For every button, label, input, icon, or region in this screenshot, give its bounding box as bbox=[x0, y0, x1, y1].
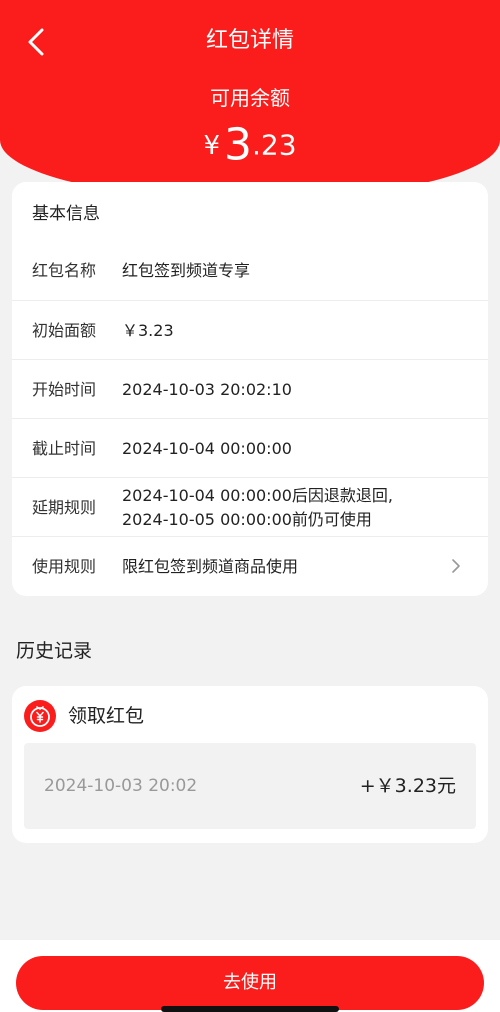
info-label: 开始时间 bbox=[32, 380, 97, 399]
basic-info-title: 基本信息 bbox=[32, 204, 100, 224]
balance-label: 可用余额 bbox=[210, 86, 290, 110]
info-row-name: 红包名称 红包签到频道专享 bbox=[12, 241, 488, 300]
history-type-label: 领取红包 bbox=[68, 705, 145, 727]
balance-amount: ¥3.23 bbox=[0, 115, 500, 176]
info-value: 2024-10-04 00:00:00后因退款退回, 2024-10-05 00… bbox=[122, 484, 393, 543]
history-card: 领取红包 2024-10-03 20:02 +￥3.23元 bbox=[12, 686, 488, 843]
info-row-usage-rule[interactable]: 使用规则 限红包签到频道商品使用 bbox=[12, 536, 488, 595]
balance-decimal: .23 bbox=[252, 128, 297, 162]
extension-rule-line-1: 2024-10-04 00:00:00后因退款退回, bbox=[122, 486, 394, 505]
info-label: 红包名称 bbox=[32, 261, 97, 280]
info-value: 2024-10-03 20:02:10 bbox=[122, 380, 292, 399]
use-now-button[interactable]: 去使用 bbox=[16, 956, 484, 1010]
history-record: 2024-10-03 20:02 +￥3.23元 bbox=[24, 743, 476, 829]
record-time: 2024-10-03 20:02 bbox=[44, 776, 198, 796]
info-label: 使用规则 bbox=[32, 557, 97, 576]
chevron-right-icon bbox=[452, 559, 460, 573]
history-section-title: 历史记录 bbox=[16, 640, 93, 662]
info-label: 初始面额 bbox=[32, 321, 97, 340]
info-value: ￥3.23 bbox=[122, 321, 174, 340]
info-value: 2024-10-04 00:00:00 bbox=[122, 439, 292, 458]
info-row-initial-amount: 初始面额 ￥3.23 bbox=[12, 300, 488, 359]
info-label: 延期规则 bbox=[32, 498, 97, 517]
extension-rule-line-2: 2024-10-05 00:00:00前仍可使用 bbox=[122, 510, 372, 529]
info-row-end-time: 截止时间 2024-10-04 00:00:00 bbox=[12, 418, 488, 477]
record-amount: +￥3.23元 bbox=[359, 775, 456, 797]
currency-symbol: ¥ bbox=[203, 130, 220, 161]
header-banner: 红包详情 可用余额 ¥3.23 bbox=[0, 0, 500, 200]
basic-info-card: 基本信息 红包名称 红包签到频道专享 初始面额 ￥3.23 开始时间 2024-… bbox=[12, 182, 488, 596]
info-value: 限红包签到频道商品使用 bbox=[122, 557, 299, 576]
home-indicator bbox=[161, 1006, 339, 1012]
info-row-start-time: 开始时间 2024-10-03 20:02:10 bbox=[12, 359, 488, 418]
red-envelope-yen-icon bbox=[24, 700, 56, 732]
balance-integer: 3 bbox=[224, 119, 252, 171]
info-row-extension-rule: 延期规则 2024-10-04 00:00:00后因退款退回, 2024-10-… bbox=[12, 477, 488, 536]
info-value: 红包签到频道专享 bbox=[122, 261, 251, 280]
info-label: 截止时间 bbox=[32, 439, 97, 458]
page-title: 红包详情 bbox=[205, 28, 294, 53]
